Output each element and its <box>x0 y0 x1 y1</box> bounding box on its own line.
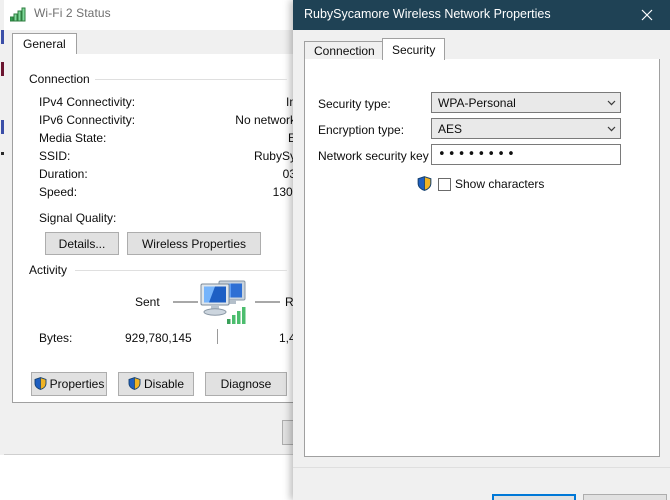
wifi-status-tabstrip: General <box>12 33 296 55</box>
wireless-properties-button-label: Wireless Properties <box>142 238 246 250</box>
tab-general[interactable]: General <box>12 33 77 55</box>
uac-shield-icon <box>128 377 141 392</box>
wifi-status-general-page: Connection IPv4 Connectivity: In IPv6 Co… <box>12 54 296 403</box>
cancel-button[interactable]: Cancel <box>583 494 667 500</box>
chevron-down-icon[interactable] <box>603 119 620 138</box>
properties-tabstrip: Connection Security <box>304 38 660 60</box>
label-duration: Duration: <box>39 167 88 181</box>
encryption-type-dropdown[interactable]: AES <box>431 118 621 139</box>
disable-button-label: Disable <box>144 378 184 390</box>
connection-group-divider <box>95 79 287 80</box>
label-media-state: Media State: <box>39 131 106 145</box>
wireless-properties-button[interactable]: Wireless Properties <box>127 232 261 255</box>
value-speed: 130. <box>176 185 296 199</box>
wifi-status-title: Wi-Fi 2 Status <box>34 6 111 20</box>
label-ipv4-connectivity: IPv4 Connectivity: <box>39 95 135 109</box>
value-media-state: E <box>176 131 296 145</box>
chevron-down-icon[interactable] <box>603 93 620 112</box>
label-speed: Speed: <box>39 185 77 199</box>
security-type-label: Security type: <box>318 97 391 111</box>
diagnose-button-label: Diagnose <box>221 378 272 390</box>
tab-security[interactable]: Security <box>382 38 445 60</box>
ok-button[interactable]: OK <box>492 494 576 500</box>
tab-connection-label: Connection <box>314 44 375 58</box>
details-button-label: Details... <box>59 238 106 250</box>
close-icon[interactable] <box>624 0 670 30</box>
tab-general-label: General <box>23 37 66 51</box>
wifi-status-window: Wi-Fi 2 Status General Connection IPv4 C… <box>4 0 296 455</box>
encryption-type-label: Encryption type: <box>318 123 404 137</box>
encryption-type-value: AES <box>438 122 462 136</box>
security-type-value: WPA-Personal <box>438 96 516 110</box>
received-connector-line <box>255 301 280 303</box>
label-signal-quality: Signal Quality: <box>39 211 116 225</box>
value-ipv4-connectivity: In <box>176 95 296 109</box>
value-duration: 03 <box>176 167 296 181</box>
properties-footer: OK Cancel <box>293 467 670 500</box>
details-button[interactable]: Details... <box>45 232 119 255</box>
wireless-network-properties-window: RubySycamore Wireless Network Properties… <box>293 0 670 500</box>
tabstrip-filler <box>74 36 296 56</box>
tab-connection[interactable]: Connection <box>304 41 385 60</box>
wifi-status-titlebar: Wi-Fi 2 Status <box>4 0 296 30</box>
properties-button-label: Properties <box>50 378 105 390</box>
wifi-signal-icon <box>10 6 28 22</box>
security-type-dropdown[interactable]: WPA-Personal <box>431 92 621 113</box>
bytes-sent-value: 929,780,145 <box>125 331 192 345</box>
activity-group-divider <box>75 270 287 271</box>
uac-shield-icon <box>34 377 47 392</box>
sent-label: Sent <box>135 295 160 309</box>
label-ipv6-connectivity: IPv6 Connectivity: <box>39 113 135 127</box>
activity-group-label: Activity <box>25 263 71 277</box>
bytes-label: Bytes: <box>39 331 72 345</box>
properties-title: RubySycamore Wireless Network Properties <box>304 7 551 21</box>
connection-group-label: Connection <box>25 72 94 86</box>
security-tab-page: Security type: WPA-Personal Encryption t… <box>304 59 660 457</box>
show-characters-label: Show characters <box>455 177 544 191</box>
properties-body: Connection Security Security type: WPA-P… <box>293 30 670 500</box>
uac-shield-icon <box>417 176 432 196</box>
disable-button[interactable]: Disable <box>118 372 194 396</box>
value-ipv6-connectivity: No network <box>176 113 296 127</box>
value-ssid: RubySy <box>176 149 296 163</box>
network-security-key-value: •••••••• <box>438 147 517 162</box>
network-computers-icon <box>197 278 253 328</box>
label-ssid: SSID: <box>39 149 70 163</box>
show-characters-checkbox[interactable] <box>438 178 451 191</box>
sent-connector-line <box>173 301 198 303</box>
activity-center-divider <box>217 329 218 344</box>
tab-security-label: Security <box>392 43 435 57</box>
diagnose-button[interactable]: Diagnose <box>205 372 287 396</box>
network-security-key-label: Network security key <box>318 149 429 163</box>
screen: Wi-Fi 2 Status General Connection IPv4 C… <box>0 0 670 500</box>
properties-button[interactable]: Properties <box>31 372 107 396</box>
network-security-key-input[interactable]: •••••••• <box>431 144 621 165</box>
properties-titlebar: RubySycamore Wireless Network Properties <box>293 0 670 30</box>
